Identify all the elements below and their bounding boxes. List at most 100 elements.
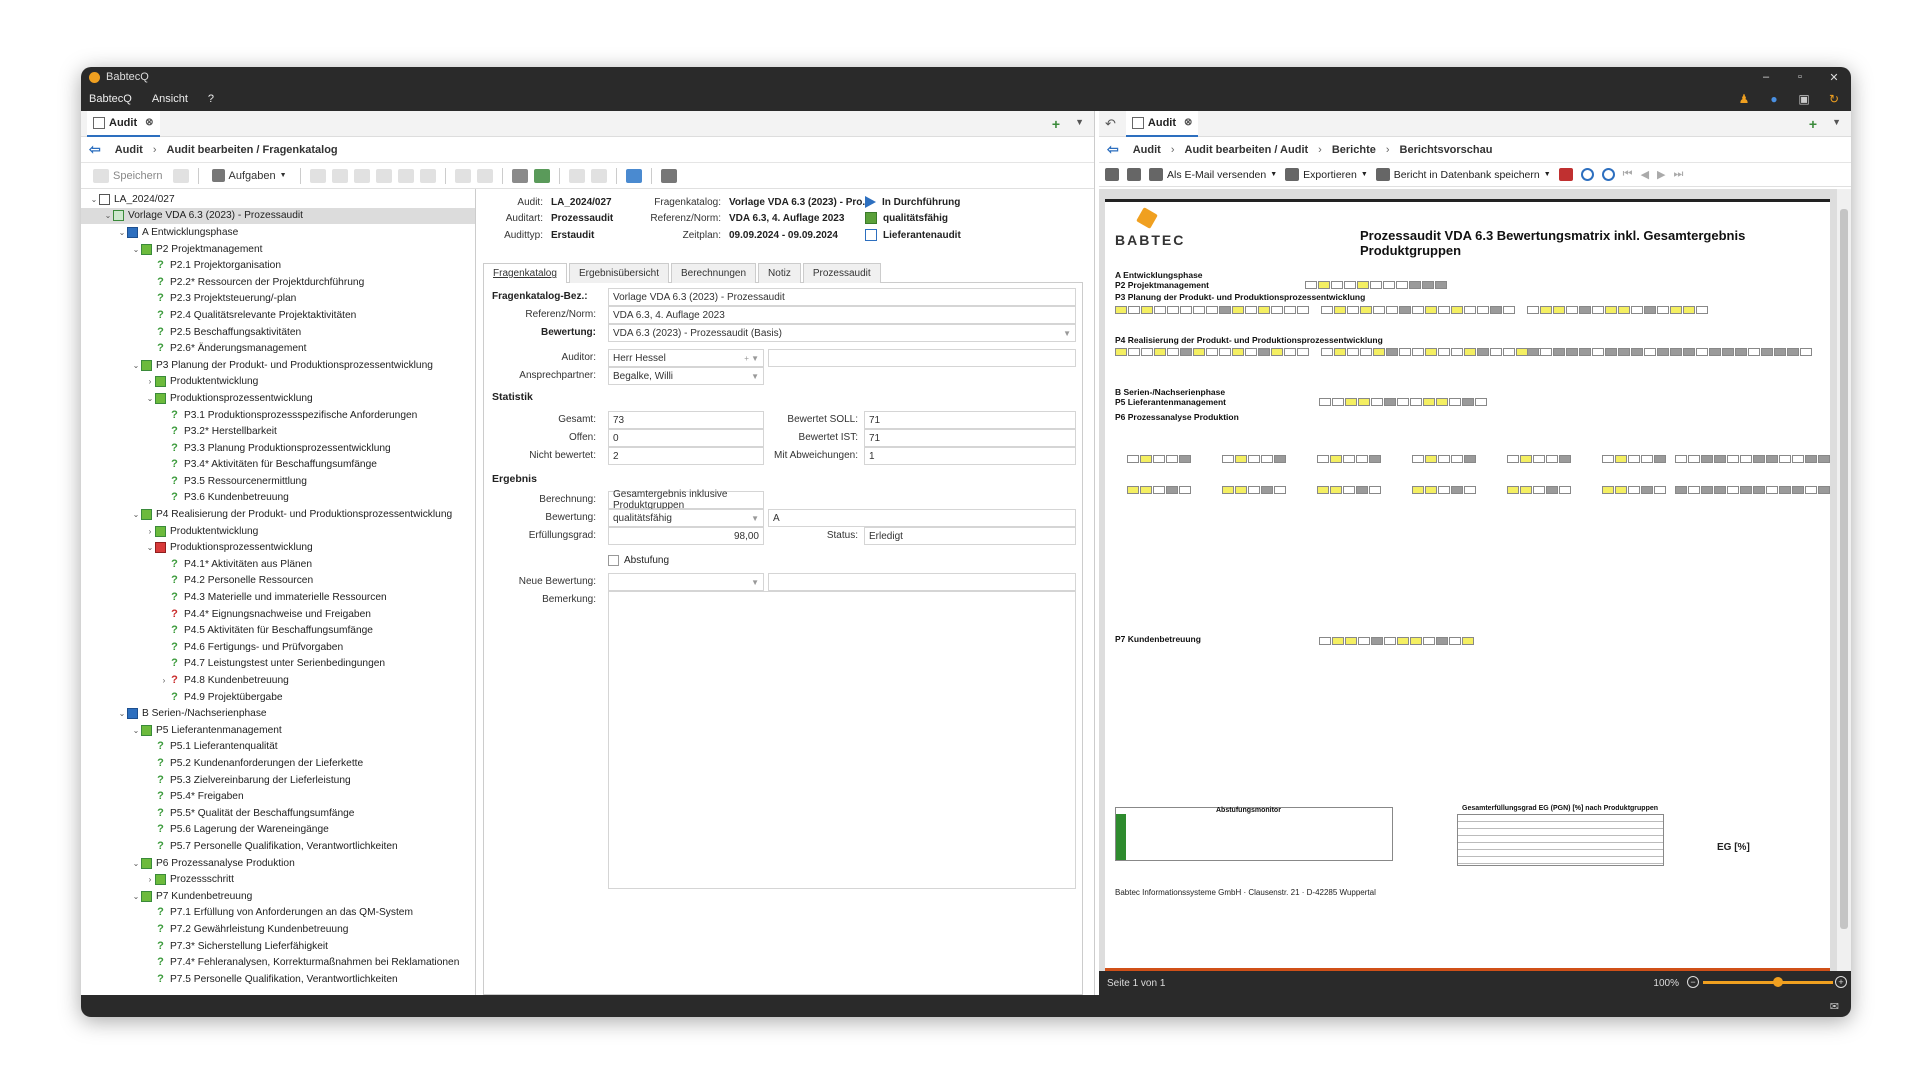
chevron-right-icon[interactable]: › [145,377,155,386]
tree-node[interactable]: ⌄ P7 Kundenbetreuung [81,888,475,905]
tree-node[interactable]: ? P7.5 Personelle Qualifikation, Verantwo… [81,971,475,988]
auditor-select[interactable]: Herr Hessel + ▼ [608,349,764,367]
toolbar-icon-8[interactable] [476,168,493,183]
tree-node[interactable]: ? P5.3 Zielvereinbarung der Lieferleistun… [81,772,475,789]
tab-ergebnisuebersicht[interactable]: Ergebnisübersicht [568,263,669,283]
bew-select[interactable]: VDA 6.3 (2023) - Prozessaudit (Basis) ▼ [608,324,1076,342]
add-tab-icon[interactable]: + [1809,116,1817,132]
tree-node[interactable]: ? P7.4* Fehleranalysen, Korrekturmaßnahme… [81,954,475,971]
tree-node[interactable]: ? P7.2 Gewährleistung Kundenbetreuung [81,921,475,938]
tree-node[interactable]: ⌄ P6 Prozessanalyse Produktion [81,855,475,872]
tree-node[interactable]: ⌄ P5 Lieferantenmanagement [81,722,475,739]
tab-prozessaudit[interactable]: Prozessaudit [802,263,881,283]
chevron-down-icon[interactable]: ⌄ [145,543,155,552]
tree-node[interactable]: ⌄ Produktionsprozessentwicklung [81,390,475,407]
menu-help[interactable]: ? [208,93,214,105]
vertical-scrollbar[interactable] [1837,189,1851,973]
tree-node[interactable]: ›? P4.8 Kundenbetreuung [81,672,475,689]
tree-node[interactable]: ? P2.4 Qualitätsrelevante Projektaktivitä… [81,307,475,324]
breadcrumb-audit[interactable]: Audit [115,144,143,156]
close-tab-icon[interactable]: ⊗ [1184,117,1192,128]
minimize-button[interactable]: – [1749,67,1783,87]
close-tab-icon[interactable]: ⊗ [145,117,153,128]
tree-node[interactable]: ? P2.5 Beschaffungsaktivitäten [81,324,475,341]
toolbar-icon-12[interactable] [590,168,607,183]
chevron-down-icon[interactable]: ⌄ [103,211,113,220]
chevron-right-icon[interactable]: › [159,676,169,685]
history-icon[interactable]: ↶ [1105,116,1116,132]
email-button[interactable]: Als E-Mail versenden ▼ [1149,168,1277,181]
menu-babtecq[interactable]: BabtecQ [89,93,132,105]
tree-node[interactable]: ⌄ P2 Projektmanagement [81,241,475,258]
zoom-out-icon[interactable] [1601,168,1615,181]
chevron-right-icon[interactable]: › [145,527,155,536]
undo-icon[interactable] [172,168,189,183]
tree-node[interactable]: ⌄ Produktionsprozessentwicklung [81,539,475,556]
print-settings-icon[interactable] [1127,168,1141,181]
toolbar-icon-9[interactable] [511,168,528,183]
chevron-down-icon[interactable]: ⌄ [89,195,99,204]
tree-node[interactable]: ⌄ LA_2024/027 [81,191,475,208]
chevron-down-icon[interactable]: ⌄ [117,709,127,718]
tree-node[interactable]: ⌄ P4 Realisierung der Produkt- und Produk… [81,506,475,523]
tab-dropdown-icon[interactable]: ▼ [1832,117,1841,127]
tree-node[interactable]: › Produktentwicklung [81,523,475,540]
tab-audit-left[interactable]: Audit ⊗ [87,110,160,137]
chevron-right-icon[interactable]: › [145,875,155,884]
tree-node[interactable]: ? P3.5 Ressourcenermittlung [81,473,475,490]
tree-node[interactable]: ? P2.2* Ressourcen der Projektdurchführun… [81,274,475,291]
bez-field[interactable]: Vorlage VDA 6.3 (2023) - Prozessaudit [608,288,1076,306]
tab-audit-right[interactable]: Audit ⊗ [1125,110,1199,137]
neu-select[interactable]: ▼ [608,573,764,591]
tree-node[interactable]: ? P3.4* Aktivitäten für Beschaffungsumfän… [81,457,475,474]
prev-page-icon[interactable]: ◀ [1641,168,1649,181]
chevron-down-icon[interactable]: ⌄ [131,245,141,254]
zoom-minus-icon[interactable]: − [1687,976,1699,988]
export-button[interactable]: Exportieren ▼ [1285,168,1368,181]
tree-node[interactable]: › Prozessschritt [81,871,475,888]
bemerkung-textarea[interactable] [608,591,1076,889]
back-arrow-icon[interactable]: ⇦ [1107,141,1119,158]
neu-extra-field[interactable] [768,573,1076,591]
tree-node[interactable]: ? P5.4* Freigaben [81,788,475,805]
save-report-button[interactable]: Bericht in Datenbank speichern ▼ [1375,168,1551,181]
tree-node[interactable]: ? P4.6 Fertigungs- und Prüfvorgaben [81,639,475,656]
toolbar-icon-7[interactable] [454,168,471,183]
last-page-icon[interactable]: ⏭ [1674,168,1684,181]
chevron-down-icon[interactable]: ⌄ [131,726,141,735]
next-page-icon[interactable]: ▶ [1657,168,1665,181]
tree-node[interactable]: ⌄ P3 Planung der Produkt- und Produktions… [81,357,475,374]
tree-node[interactable]: ? P3.1 Produktionsprozessspezifische Anfo… [81,407,475,424]
chevron-down-icon[interactable]: ⌄ [131,859,141,868]
auditor-extra-field[interactable] [768,349,1076,367]
toolbar-icon-2[interactable] [331,168,348,183]
ref-field[interactable]: VDA 6.3, 4. Auflage 2023 [608,306,1076,324]
tree-node[interactable]: ? P7.3* Sicherstellung Lieferfähigkeit [81,938,475,955]
first-page-icon[interactable]: ⏮ [1623,168,1633,181]
toolbar-icon-5[interactable] [397,168,414,183]
maximize-button[interactable]: ▫ [1783,67,1817,87]
toolbar-icon-6[interactable] [419,168,436,183]
tree-node[interactable]: ? P2.1 Projektorganisation [81,257,475,274]
tree-node[interactable]: ? P2.3 Projektsteuerung/-plan [81,291,475,308]
close-button[interactable]: ✕ [1817,67,1851,87]
tree-node[interactable]: ? P4.4* Eignungsnachweise und Freigaben [81,606,475,623]
breadcrumb-berichtsvorschau[interactable]: Berichtsvorschau [1400,144,1493,156]
partner-select[interactable]: Begalke, Willi ▼ [608,367,764,385]
breadcrumb-audit-bearbeiten[interactable]: Audit bearbeiten / Audit [1185,144,1309,156]
zoom-plus-icon[interactable]: + [1835,976,1847,988]
tree-node[interactable]: ? P3.3 Planung Produktionsprozessentwickl… [81,440,475,457]
toolbar-icon-10[interactable] [533,168,550,183]
vertical-scroll-thumb[interactable] [1840,209,1848,929]
print-icon[interactable] [1105,168,1119,181]
mail-icon[interactable]: ✉ [1830,1000,1839,1013]
chevron-down-icon[interactable]: ⌄ [145,394,155,403]
toolbar-icon-1[interactable] [309,168,326,183]
chevron-down-icon[interactable]: ⌄ [117,228,127,237]
tree-node[interactable]: ? P3.2* Herstellbarkeit [81,423,475,440]
menu-ansicht[interactable]: Ansicht [152,93,188,105]
ber-field[interactable]: Gesamtergebnis inklusive Produktgruppen [608,489,764,511]
tree-node[interactable]: ? P5.5* Qualität der Beschaffungsumfänge [81,805,475,822]
tasks-button[interactable]: Aufgaben ▼ [208,169,291,182]
chat-icon[interactable]: ▣ [1795,90,1813,108]
